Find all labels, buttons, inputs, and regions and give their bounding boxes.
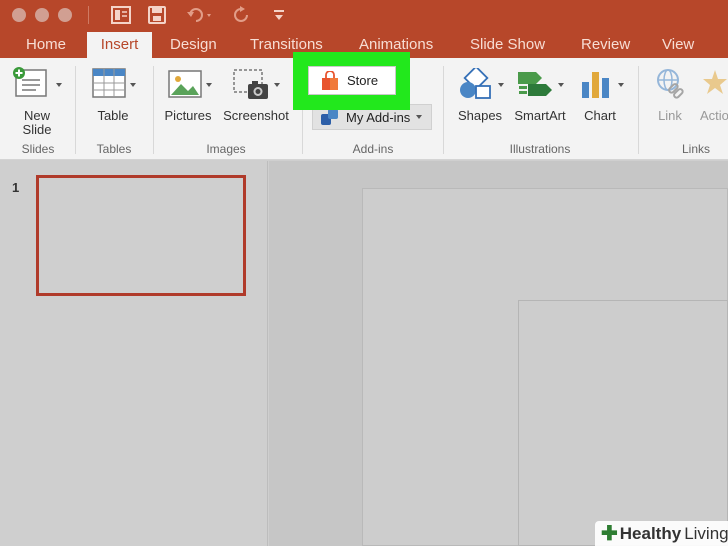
title-bar (0, 0, 728, 32)
slide-thumbnail[interactable] (36, 175, 246, 296)
smartart-dropdown-icon[interactable] (558, 83, 564, 87)
tab-review[interactable]: Review (581, 32, 630, 58)
slide-number: 1 (12, 180, 20, 195)
minimize-window-button[interactable] (35, 8, 49, 22)
group-addins-label: Add-ins (352, 142, 394, 156)
table-dropdown-icon[interactable] (130, 83, 136, 87)
group-divider (75, 66, 76, 154)
shapes-dropdown-icon[interactable] (498, 83, 504, 87)
close-window-button[interactable] (12, 8, 26, 22)
save-icon[interactable] (146, 5, 168, 25)
tab-insert[interactable]: Insert (87, 32, 152, 58)
smartart-icon[interactable] (516, 70, 554, 103)
action-icon[interactable] (702, 68, 728, 105)
group-slides-label: Slides (21, 142, 55, 156)
my-addins-icon (320, 108, 340, 126)
watermark-part1: Healthy (619, 523, 682, 543)
store-button[interactable]: Store (308, 66, 396, 95)
group-divider (638, 66, 639, 154)
new-slide-label-line1[interactable]: New (14, 109, 60, 123)
tab-slide-show[interactable]: Slide Show (470, 32, 545, 58)
action-button-label[interactable]: Actio (700, 109, 728, 123)
chart-dropdown-icon[interactable] (618, 83, 624, 87)
shapes-icon[interactable] (458, 65, 494, 105)
plus-icon: ✚ (601, 523, 618, 545)
tab-design[interactable]: Design (170, 32, 217, 58)
shapes-button-label[interactable]: Shapes (452, 109, 508, 123)
link-button-label[interactable]: Link (650, 109, 690, 123)
my-addins-dropdown-icon[interactable] (416, 115, 423, 119)
chart-icon[interactable] (580, 68, 612, 105)
tab-view[interactable]: View (662, 32, 694, 58)
content-placeholder[interactable] (518, 300, 728, 546)
group-links-label: Links (681, 142, 710, 156)
watermark-part2: Living (684, 523, 728, 543)
store-label: Store (347, 73, 379, 88)
store-bag-icon (321, 70, 339, 91)
my-addins-label: My Add-ins (346, 109, 411, 125)
watermark: ✚ Healthy Living (595, 521, 728, 546)
new-slide-dropdown-icon[interactable] (56, 83, 62, 87)
customize-icon[interactable] (270, 5, 288, 25)
link-icon[interactable] (654, 68, 686, 105)
tab-home[interactable]: Home (26, 32, 66, 58)
screenshot-dropdown-icon[interactable] (274, 83, 280, 87)
pictures-dropdown-icon[interactable] (206, 83, 212, 87)
group-divider (443, 66, 444, 154)
redo-icon[interactable] (232, 5, 254, 25)
zoom-window-button[interactable] (58, 8, 72, 22)
pictures-icon[interactable] (168, 70, 202, 103)
table-icon[interactable] (92, 68, 126, 103)
undo-icon[interactable] (183, 5, 217, 25)
pictures-button-label[interactable]: Pictures (160, 109, 216, 123)
screenshot-icon[interactable] (232, 68, 272, 107)
group-divider (153, 66, 154, 154)
toolbar-divider (88, 6, 89, 24)
new-slide-icon[interactable] (12, 66, 50, 103)
layout-icon[interactable] (110, 5, 132, 25)
group-tables-label: Tables (96, 142, 132, 156)
group-images-label: Images (206, 142, 246, 156)
table-button-label[interactable]: Table (88, 109, 138, 123)
group-illustrations-label: Illustrations (509, 142, 571, 156)
new-slide-label-line2[interactable]: Slide (14, 123, 60, 137)
smartart-button-label[interactable]: SmartArt (510, 109, 570, 123)
screenshot-button-label[interactable]: Screenshot (220, 109, 292, 123)
chart-button-label[interactable]: Chart (576, 109, 624, 123)
